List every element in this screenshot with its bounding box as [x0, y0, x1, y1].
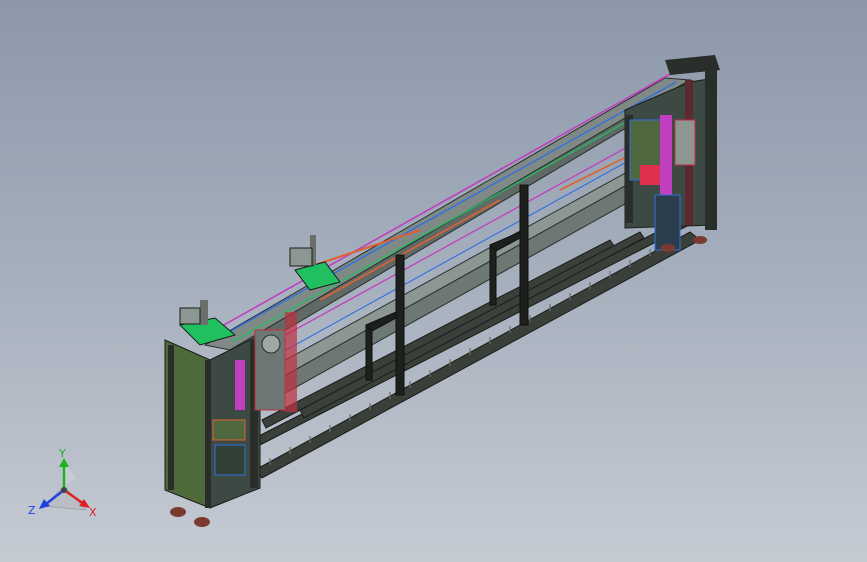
- orientation-triad[interactable]: Y X Z: [24, 448, 104, 524]
- cad-viewport[interactable]: Y X Z: [0, 0, 867, 562]
- triad-origin: [61, 487, 67, 493]
- x-axis-label: X: [89, 506, 97, 519]
- left-end-frame: [164, 300, 286, 527]
- z-axis-label: Z: [28, 504, 36, 517]
- conveyor-assembly-model[interactable]: [0, 0, 867, 562]
- y-axis-label: Y: [58, 448, 66, 460]
